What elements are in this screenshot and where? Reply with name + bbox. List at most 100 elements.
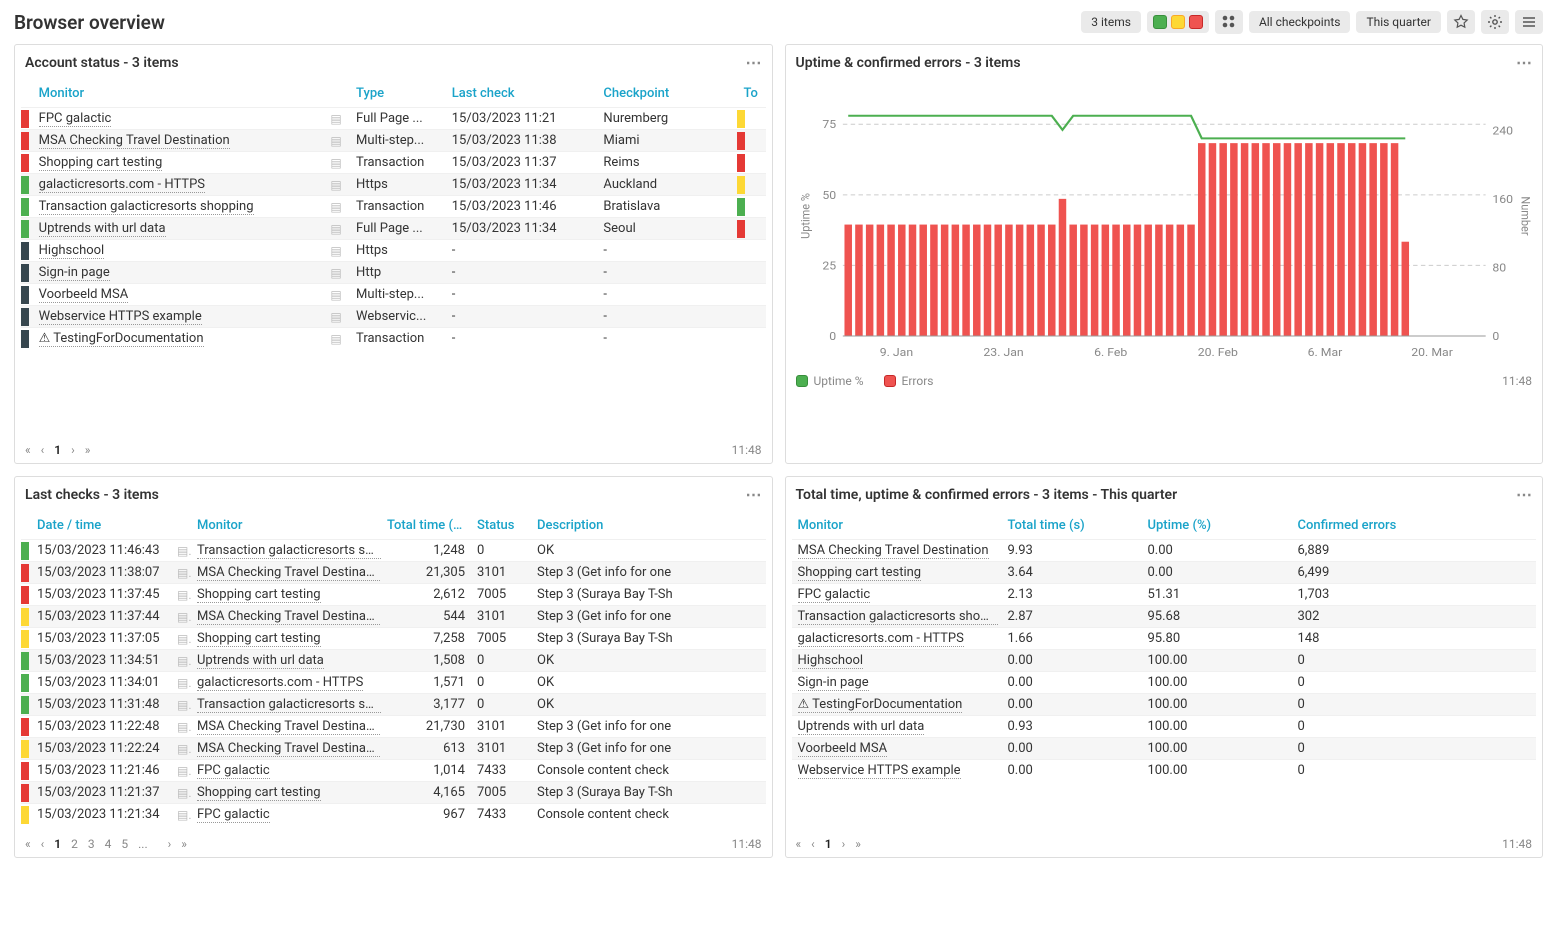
dashboard-icon[interactable]: ▤ <box>324 306 350 328</box>
monitor-link[interactable]: Shopping cart testing <box>197 631 321 647</box>
favorite-button[interactable] <box>1447 10 1475 34</box>
table-row[interactable]: Webservice HTTPS example0.00100.000 <box>792 760 1537 782</box>
col-desc[interactable]: Description <box>531 512 766 540</box>
col-lastcheck[interactable]: Last check <box>446 80 598 108</box>
table-row[interactable]: 15/03/2023 11:21:34▤FPC galactic9677433C… <box>21 804 766 826</box>
monitor-link[interactable]: Sign-in page <box>39 265 110 281</box>
status-filter[interactable] <box>1147 11 1209 33</box>
table-row[interactable]: ⚠ TestingForDocumentation0.00100.000 <box>792 694 1537 716</box>
monitor-link[interactable]: Uptrends with url data <box>798 719 925 735</box>
table-row[interactable]: Uptrends with url data0.93100.000 <box>792 716 1537 738</box>
col-monitor[interactable]: Monitor <box>792 512 1002 540</box>
monitor-link[interactable]: FPC galactic <box>197 763 270 779</box>
col-uptime[interactable]: Uptime (%) <box>1142 512 1292 540</box>
dashboard-icon[interactable]: ▤ <box>171 694 191 716</box>
table-row[interactable]: 15/03/2023 11:22:24▤MSA Checking Travel … <box>21 738 766 760</box>
dashboard-icon[interactable]: ▤ <box>324 152 350 174</box>
panel-menu-button[interactable] <box>746 485 762 504</box>
monitor-link[interactable]: Voorbeeld MSA <box>798 741 888 757</box>
table-row[interactable]: 15/03/2023 11:21:46▤FPC galactic1,014743… <box>21 760 766 782</box>
dashboard-icon[interactable]: ▤ <box>324 218 350 240</box>
table-row[interactable]: galacticresorts.com - HTTPS▤Https15/03/2… <box>21 174 766 196</box>
panel-menu-button[interactable] <box>746 53 762 72</box>
pager-first[interactable]: « <box>25 443 31 457</box>
pager-page[interactable]: 1 <box>825 837 832 851</box>
pager-prev[interactable]: ‹ <box>41 837 45 851</box>
monitor-link[interactable]: Shopping cart testing <box>798 565 922 581</box>
col-to[interactable]: To <box>737 80 765 108</box>
menu-button[interactable] <box>1515 10 1543 34</box>
pager-page[interactable]: 1 <box>54 837 61 851</box>
panel-menu-button[interactable] <box>1516 53 1532 72</box>
table-row[interactable]: 15/03/2023 11:37:44▤MSA Checking Travel … <box>21 606 766 628</box>
table-row[interactable]: Shopping cart testing3.640.006,499 <box>792 562 1537 584</box>
monitor-link[interactable]: Transaction galacticresorts shop... <box>197 697 381 713</box>
panel-menu-button[interactable] <box>1516 485 1532 504</box>
dashboard-icon[interactable]: ▤ <box>171 584 191 606</box>
dashboard-icon[interactable]: ▤ <box>324 262 350 284</box>
monitor-link[interactable]: galacticresorts.com - HTTPS <box>39 177 205 193</box>
pager-next[interactable]: › <box>71 443 75 457</box>
table-row[interactable]: 15/03/2023 11:21:37▤Shopping cart testin… <box>21 782 766 804</box>
table-row[interactable]: Webservice HTTPS example▤Webservic...-- <box>21 306 766 328</box>
pager-page[interactable]: ... <box>138 837 148 851</box>
monitor-link[interactable]: ⚠ TestingForDocumentation <box>798 697 963 713</box>
monitor-link[interactable]: Transaction galacticresorts shop... <box>798 609 998 625</box>
col-monitor[interactable]: Monitor <box>33 80 325 108</box>
settings-button[interactable] <box>1481 10 1509 34</box>
monitor-link[interactable]: Shopping cart testing <box>197 587 321 603</box>
col-checkpoint[interactable]: Checkpoint <box>597 80 737 108</box>
pager-last[interactable]: » <box>85 443 91 457</box>
monitor-link[interactable]: MSA Checking Travel Destination <box>798 543 989 559</box>
dashboard-icon[interactable]: ▤ <box>171 716 191 738</box>
pager-page[interactable]: 4 <box>105 837 112 851</box>
monitor-link[interactable]: Uptrends with url data <box>197 653 324 669</box>
table-row[interactable]: Voorbeeld MSA▤Multi-step...-- <box>21 284 766 306</box>
dashboard-icon[interactable]: ▤ <box>171 804 191 826</box>
col-monitor[interactable]: Monitor <box>191 512 381 540</box>
dashboard-icon[interactable]: ▤ <box>171 782 191 804</box>
pager-next[interactable]: › <box>842 837 846 851</box>
pager-prev[interactable]: ‹ <box>41 443 45 457</box>
dashboard-icon[interactable]: ▤ <box>171 760 191 782</box>
items-badge[interactable]: 3 items <box>1081 11 1141 33</box>
pager-page[interactable]: 3 <box>88 837 95 851</box>
pager-next[interactable]: › <box>168 837 172 851</box>
table-row[interactable]: Shopping cart testing▤Transaction15/03/2… <box>21 152 766 174</box>
col-status[interactable]: Status <box>471 512 531 540</box>
dashboard-icon[interactable]: ▤ <box>324 284 350 306</box>
monitor-link[interactable]: FPC galactic <box>39 111 112 127</box>
dashboard-icon[interactable]: ▤ <box>171 606 191 628</box>
dashboard-icon[interactable]: ▤ <box>324 108 350 130</box>
monitor-link[interactable]: Shopping cart testing <box>39 155 163 171</box>
table-row[interactable]: 15/03/2023 11:31:48▤Transaction galactic… <box>21 694 766 716</box>
grid-view-button[interactable] <box>1215 10 1243 34</box>
monitor-link[interactable]: FPC galactic <box>197 807 270 823</box>
table-row[interactable]: 15/03/2023 11:37:45▤Shopping cart testin… <box>21 584 766 606</box>
table-row[interactable]: 15/03/2023 11:34:01▤galacticresorts.com … <box>21 672 766 694</box>
table-row[interactable]: ⚠ TestingForDocumentation▤Transaction-- <box>21 328 766 350</box>
table-row[interactable]: 15/03/2023 11:22:48▤MSA Checking Travel … <box>21 716 766 738</box>
col-errors[interactable]: Confirmed errors <box>1292 512 1537 540</box>
col-datetime[interactable]: Date / time <box>31 512 171 540</box>
dashboard-icon[interactable]: ▤ <box>171 672 191 694</box>
table-row[interactable]: Uptrends with url data▤Full Page ...15/0… <box>21 218 766 240</box>
dashboard-icon[interactable]: ▤ <box>171 540 191 562</box>
table-row[interactable]: FPC galactic2.1351.311,703 <box>792 584 1537 606</box>
monitor-link[interactable]: Highschool <box>39 243 105 259</box>
monitor-link[interactable]: galacticresorts.com - HTTPS <box>798 631 964 647</box>
monitor-link[interactable]: Webservice HTTPS example <box>39 309 202 325</box>
table-row[interactable]: Transaction galacticresorts shop...2.879… <box>792 606 1537 628</box>
table-row[interactable]: MSA Checking Travel Destination▤Multi-st… <box>21 130 766 152</box>
dashboard-icon[interactable]: ▤ <box>171 628 191 650</box>
dashboard-icon[interactable]: ▤ <box>171 738 191 760</box>
pager-prev[interactable]: ‹ <box>811 837 815 851</box>
monitor-link[interactable]: ⚠ TestingForDocumentation <box>39 331 204 347</box>
dashboard-icon[interactable]: ▤ <box>324 196 350 218</box>
checkpoints-badge[interactable]: All checkpoints <box>1249 11 1351 33</box>
dashboard-icon[interactable]: ▤ <box>324 240 350 262</box>
table-row[interactable]: Voorbeeld MSA0.00100.000 <box>792 738 1537 760</box>
monitor-link[interactable]: MSA Checking Travel Destination <box>197 609 381 625</box>
table-row[interactable]: galacticresorts.com - HTTPS1.6695.80148 <box>792 628 1537 650</box>
table-row[interactable]: 15/03/2023 11:46:43▤Transaction galactic… <box>21 540 766 562</box>
